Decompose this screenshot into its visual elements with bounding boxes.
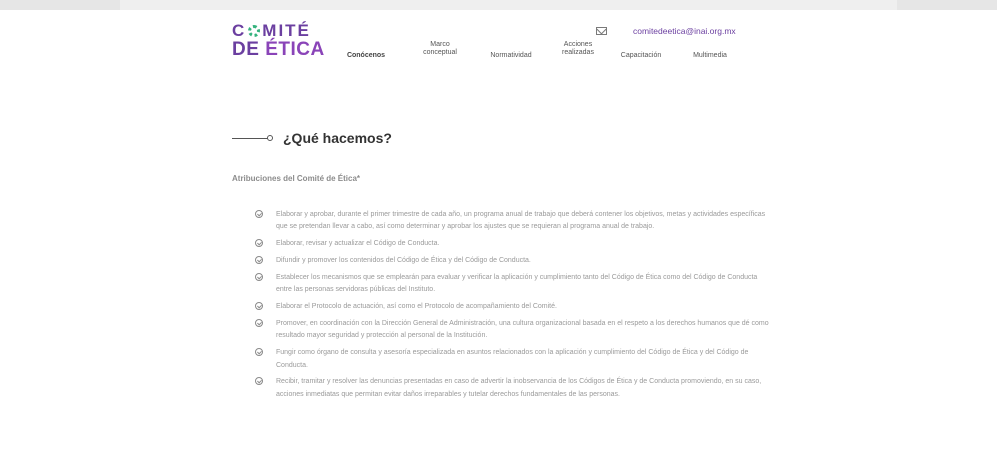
list-item-text: Fungir como órgano de consulta y asesorí… bbox=[276, 349, 749, 369]
heading-line-decoration bbox=[232, 137, 268, 139]
list-item-text: Difundir y promover los contenidos del C… bbox=[276, 257, 531, 265]
list-item-text: Promover, en coordinación con la Direcci… bbox=[276, 320, 769, 340]
list-item-text: Establecer los mecanismos que se emplear… bbox=[276, 273, 758, 294]
check-circle-icon bbox=[255, 348, 263, 357]
logo-gear-icon bbox=[248, 24, 261, 37]
list-item: Elaborar el Protocolo de actuación, así … bbox=[255, 301, 775, 313]
section-heading: ¿Qué hacemos? bbox=[232, 130, 392, 146]
list-item: Promover, en coordinación con la Direcci… bbox=[255, 318, 775, 343]
list-item-text: Elaborar y aprobar, durante el primer tr… bbox=[276, 211, 766, 231]
logo-text-de: DE bbox=[232, 39, 266, 60]
list-item: Elaborar, revisar y actualizar el Código… bbox=[255, 238, 775, 250]
logo-text-etica: ÉTICA bbox=[265, 39, 325, 60]
list-item-text: Elaborar, revisar y actualizar el Código… bbox=[276, 240, 440, 248]
attributions-list: Elaborar y aprobar, durante el primer tr… bbox=[255, 209, 775, 406]
check-circle-icon bbox=[255, 210, 263, 218]
list-item: Difundir y promover los contenidos del C… bbox=[255, 255, 775, 267]
list-item: Recibir, tramitar y resolver las denunci… bbox=[255, 376, 775, 401]
email-link[interactable]: comitedeetica@inai.org.mx bbox=[633, 26, 736, 36]
nav-item-normatividad[interactable]: Normatividad bbox=[490, 52, 531, 60]
nav-item-acciones-realizadas[interactable]: Acciones realizadas bbox=[562, 41, 594, 57]
section-subtitle: Atribuciones del Comité de Ética* bbox=[232, 174, 361, 183]
nav-item-conocenos[interactable]: Conócenos bbox=[347, 52, 385, 60]
list-item: Elaborar y aprobar, durante el primer tr… bbox=[255, 209, 775, 234]
heading-circle-icon bbox=[267, 135, 273, 141]
nav-item-multimedia[interactable]: Multimedia bbox=[693, 52, 727, 60]
check-circle-icon bbox=[255, 302, 263, 311]
list-item: Fungir como órgano de consulta y asesorí… bbox=[255, 347, 775, 372]
list-item-text: Elaborar el Protocolo de actuación, así … bbox=[276, 303, 557, 311]
check-circle-icon bbox=[255, 319, 263, 328]
check-circle-icon bbox=[255, 256, 263, 265]
envelope-icon bbox=[596, 27, 607, 35]
logo-text-c: C bbox=[232, 21, 247, 40]
list-item-text: Recibir, tramitar y resolver las denunci… bbox=[276, 378, 762, 398]
check-circle-icon bbox=[255, 239, 263, 248]
check-circle-icon bbox=[255, 272, 263, 281]
page-title: ¿Qué hacemos? bbox=[283, 130, 392, 146]
comite-etica-logo[interactable]: C MITÉ DE ÉTICA bbox=[232, 22, 325, 59]
nav-item-capacitacion[interactable]: Capacitación bbox=[621, 52, 661, 60]
browser-top-bar bbox=[0, 0, 997, 10]
check-circle-icon bbox=[255, 377, 263, 386]
nav-item-marco-conceptual[interactable]: Marco conceptual bbox=[423, 41, 457, 57]
contact-email[interactable]: comitedeetica@inai.org.mx bbox=[596, 26, 736, 36]
list-item: Establecer los mecanismos que se emplear… bbox=[255, 272, 775, 297]
logo-text-mite: MITÉ bbox=[262, 21, 311, 40]
